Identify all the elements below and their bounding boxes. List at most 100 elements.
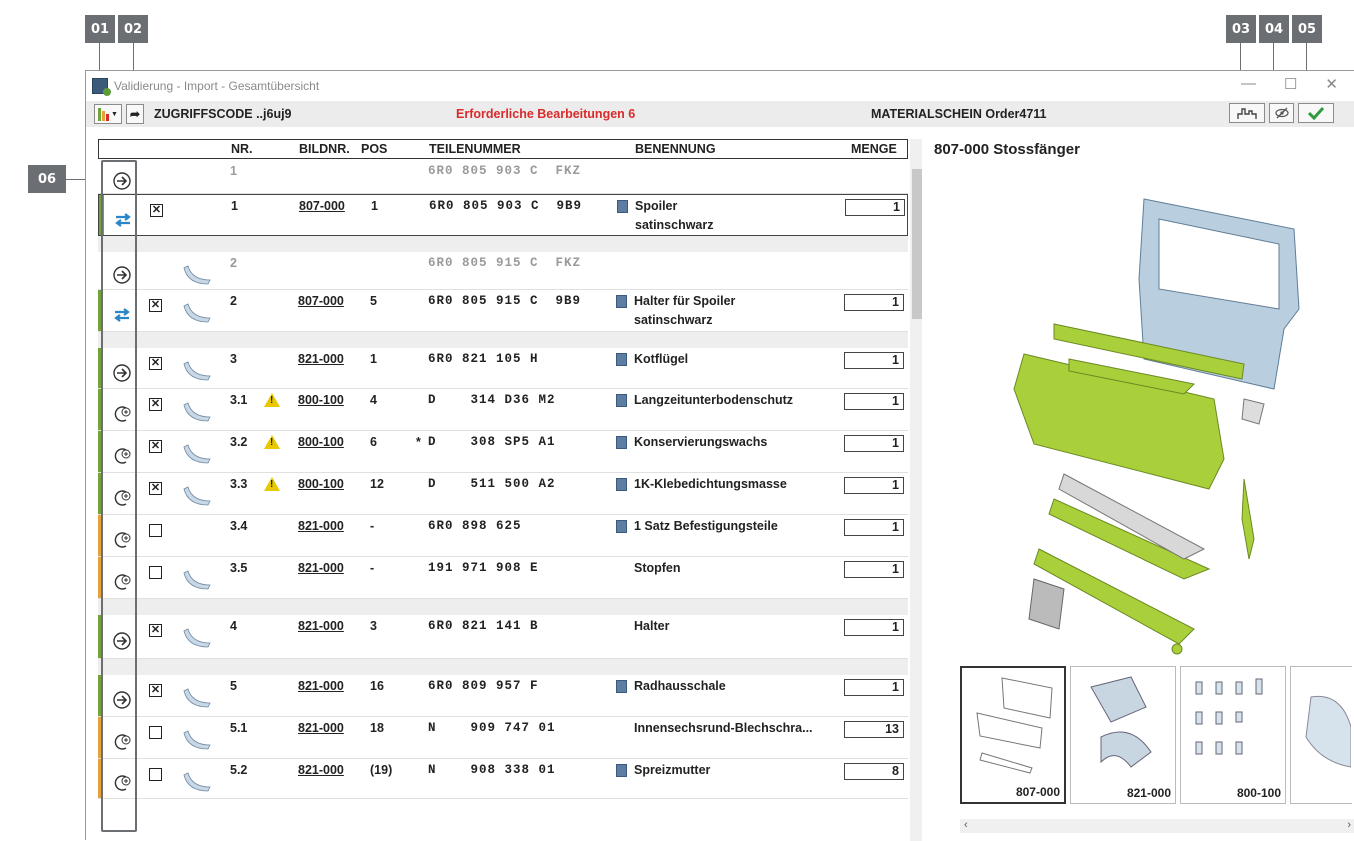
scroll-thumb[interactable]	[912, 169, 922, 319]
document-icon[interactable]	[616, 764, 627, 777]
thumbnail-821-000[interactable]: 821-000	[1070, 666, 1176, 804]
bildnr-link[interactable]: 821-000	[298, 561, 344, 575]
bildnr-link[interactable]: 807-000	[298, 294, 344, 308]
table-row[interactable]: ✕ 4 821-000 3 6R0 821 141 B Halter 1	[98, 615, 908, 659]
table-row[interactable]: 5.1 821-000 18 N 909 747 01 Innensechsrund-B…	[98, 717, 908, 759]
thumbnail-partial[interactable]	[1290, 666, 1352, 804]
part-name-cell: Stopfen	[634, 561, 681, 575]
horizontal-scrollbar[interactable]: ‹ ›	[960, 819, 1354, 833]
maximize-button[interactable]: ☐	[1284, 75, 1297, 93]
quantity-input[interactable]: 1	[845, 199, 905, 216]
bildnr-link[interactable]: 821-000	[298, 721, 344, 735]
row-checkbox[interactable]	[149, 726, 162, 739]
minimize-button[interactable]: —	[1241, 75, 1256, 93]
document-icon[interactable]	[616, 680, 627, 693]
add-part-icon[interactable]	[108, 568, 136, 596]
hand-button[interactable]	[1229, 103, 1265, 123]
table-row[interactable]: ✕ 3 821-000 1 6R0 821 105 H Kotflügel 1	[98, 348, 908, 389]
row-checkbox[interactable]	[149, 566, 162, 579]
add-part-icon[interactable]	[108, 769, 136, 797]
quantity-input[interactable]: 1	[844, 393, 904, 410]
row-checkbox[interactable]: ✕	[149, 299, 162, 312]
row-checkbox[interactable]: ✕	[150, 204, 163, 217]
row-checkbox[interactable]: ✕	[149, 624, 162, 637]
quantity-input[interactable]: 1	[844, 619, 904, 636]
document-icon[interactable]	[616, 436, 627, 449]
swap-arrows-icon[interactable]	[109, 206, 137, 234]
add-part-icon[interactable]	[108, 442, 136, 470]
col-benennung[interactable]: BENENNUNG	[635, 142, 716, 156]
status-stripe	[98, 675, 103, 716]
col-bildnr[interactable]: BILDNR.	[299, 142, 350, 156]
table-row[interactable]: 2 6R0 805 915 C FKZ	[98, 252, 908, 290]
row-checkbox[interactable]: ✕	[149, 684, 162, 697]
import-arrow-icon[interactable]	[108, 686, 136, 714]
quantity-input[interactable]: 1	[844, 477, 904, 494]
import-arrow-icon[interactable]	[108, 627, 136, 655]
status-filter-dropdown[interactable]: ▼	[94, 104, 122, 124]
swap-arrows-icon[interactable]	[108, 301, 136, 329]
table-row[interactable]: ✕ 3.2! 800-100 6 * D 308 SP5 A1 Konservierungs…	[98, 431, 908, 473]
back-button[interactable]: ➦	[126, 104, 144, 124]
col-nr[interactable]: NR.	[231, 142, 253, 156]
table-row[interactable]: ✕ 1 807-000 1 6R0 805 903 C 9B9 Spoiler satins…	[98, 194, 908, 236]
bildnr-link[interactable]: 821-000	[298, 352, 344, 366]
bildnr-link[interactable]: 821-000	[298, 519, 344, 533]
bildnr-link[interactable]: 821-000	[298, 763, 344, 777]
add-part-icon[interactable]	[108, 526, 136, 554]
bildnr-link[interactable]: 821-000	[298, 619, 344, 633]
table-row[interactable]: ✕ 2 807-000 5 6R0 805 915 C 9B9 Halter für Sp…	[98, 290, 908, 332]
import-arrow-icon[interactable]	[108, 359, 136, 387]
vertical-scrollbar[interactable]	[910, 139, 922, 841]
pos-cell: 4	[370, 393, 377, 407]
document-icon[interactable]	[616, 295, 627, 308]
table-row[interactable]: ✕ 5 821-000 16 6R0 809 957 F Radhausschale 1	[98, 675, 908, 717]
table-row[interactable]: ✕ 3.1! 800-100 4 D 314 D36 M2 Langzeitunterbo…	[98, 389, 908, 431]
document-icon[interactable]	[616, 478, 627, 491]
import-arrow-icon[interactable]	[108, 261, 136, 289]
import-arrow-icon[interactable]	[108, 167, 136, 195]
document-icon[interactable]	[616, 394, 627, 407]
row-checkbox[interactable]	[149, 768, 162, 781]
table-row[interactable]: ✕ 3.3! 800-100 12 D 511 500 A2 1K-Klebedichtu…	[98, 473, 908, 515]
scroll-right-icon[interactable]: ›	[1347, 819, 1351, 831]
col-menge[interactable]: MENGE	[851, 142, 897, 156]
add-part-icon[interactable]	[108, 484, 136, 512]
document-icon[interactable]	[617, 200, 628, 213]
quantity-input[interactable]: 1	[844, 435, 904, 452]
thumbnail-label: 800-100	[1236, 786, 1281, 800]
bildnr-link[interactable]: 800-100	[298, 435, 344, 449]
row-checkbox[interactable]: ✕	[149, 398, 162, 411]
row-checkbox[interactable]: ✕	[149, 440, 162, 453]
thumbnail-800-100[interactable]: 800-100	[1180, 666, 1286, 804]
quantity-input[interactable]: 1	[844, 519, 904, 536]
confirm-button[interactable]	[1298, 103, 1334, 123]
row-checkbox[interactable]: ✕	[149, 482, 162, 495]
quantity-input[interactable]: 1	[844, 294, 904, 311]
hide-button[interactable]	[1269, 103, 1294, 123]
bildnr-link[interactable]: 800-100	[298, 393, 344, 407]
table-row[interactable]: 5.2 821-000 (19) N 908 338 01 Spreizmutter 8	[98, 759, 908, 799]
quantity-input[interactable]: 1	[844, 352, 904, 369]
col-pos[interactable]: POS	[361, 142, 387, 156]
bildnr-link[interactable]: 807-000	[299, 199, 345, 213]
add-part-icon[interactable]	[108, 400, 136, 428]
bildnr-link[interactable]: 800-100	[298, 477, 344, 491]
table-row[interactable]: 1 6R0 805 903 C FKZ	[98, 160, 908, 194]
quantity-input[interactable]: 13	[844, 721, 904, 738]
quantity-input[interactable]: 1	[844, 679, 904, 696]
table-row[interactable]: 3.5 821-000 - 191 971 908 E Stopfen 1	[98, 557, 908, 599]
document-icon[interactable]	[616, 353, 627, 366]
document-icon[interactable]	[616, 520, 627, 533]
scroll-left-icon[interactable]: ‹	[964, 819, 968, 831]
thumbnail-807-000[interactable]: 807-000	[960, 666, 1066, 804]
table-row[interactable]: 3.4 821-000 - 6R0 898 625 1 Satz Befestigung…	[98, 515, 908, 557]
add-part-icon[interactable]	[108, 728, 136, 756]
bildnr-link[interactable]: 821-000	[298, 679, 344, 693]
row-checkbox[interactable]	[149, 524, 162, 537]
quantity-input[interactable]: 8	[844, 763, 904, 780]
col-teilenummer[interactable]: TEILENUMMER	[429, 142, 521, 156]
close-button[interactable]: ✕	[1325, 75, 1338, 93]
quantity-input[interactable]: 1	[844, 561, 904, 578]
row-checkbox[interactable]: ✕	[149, 357, 162, 370]
